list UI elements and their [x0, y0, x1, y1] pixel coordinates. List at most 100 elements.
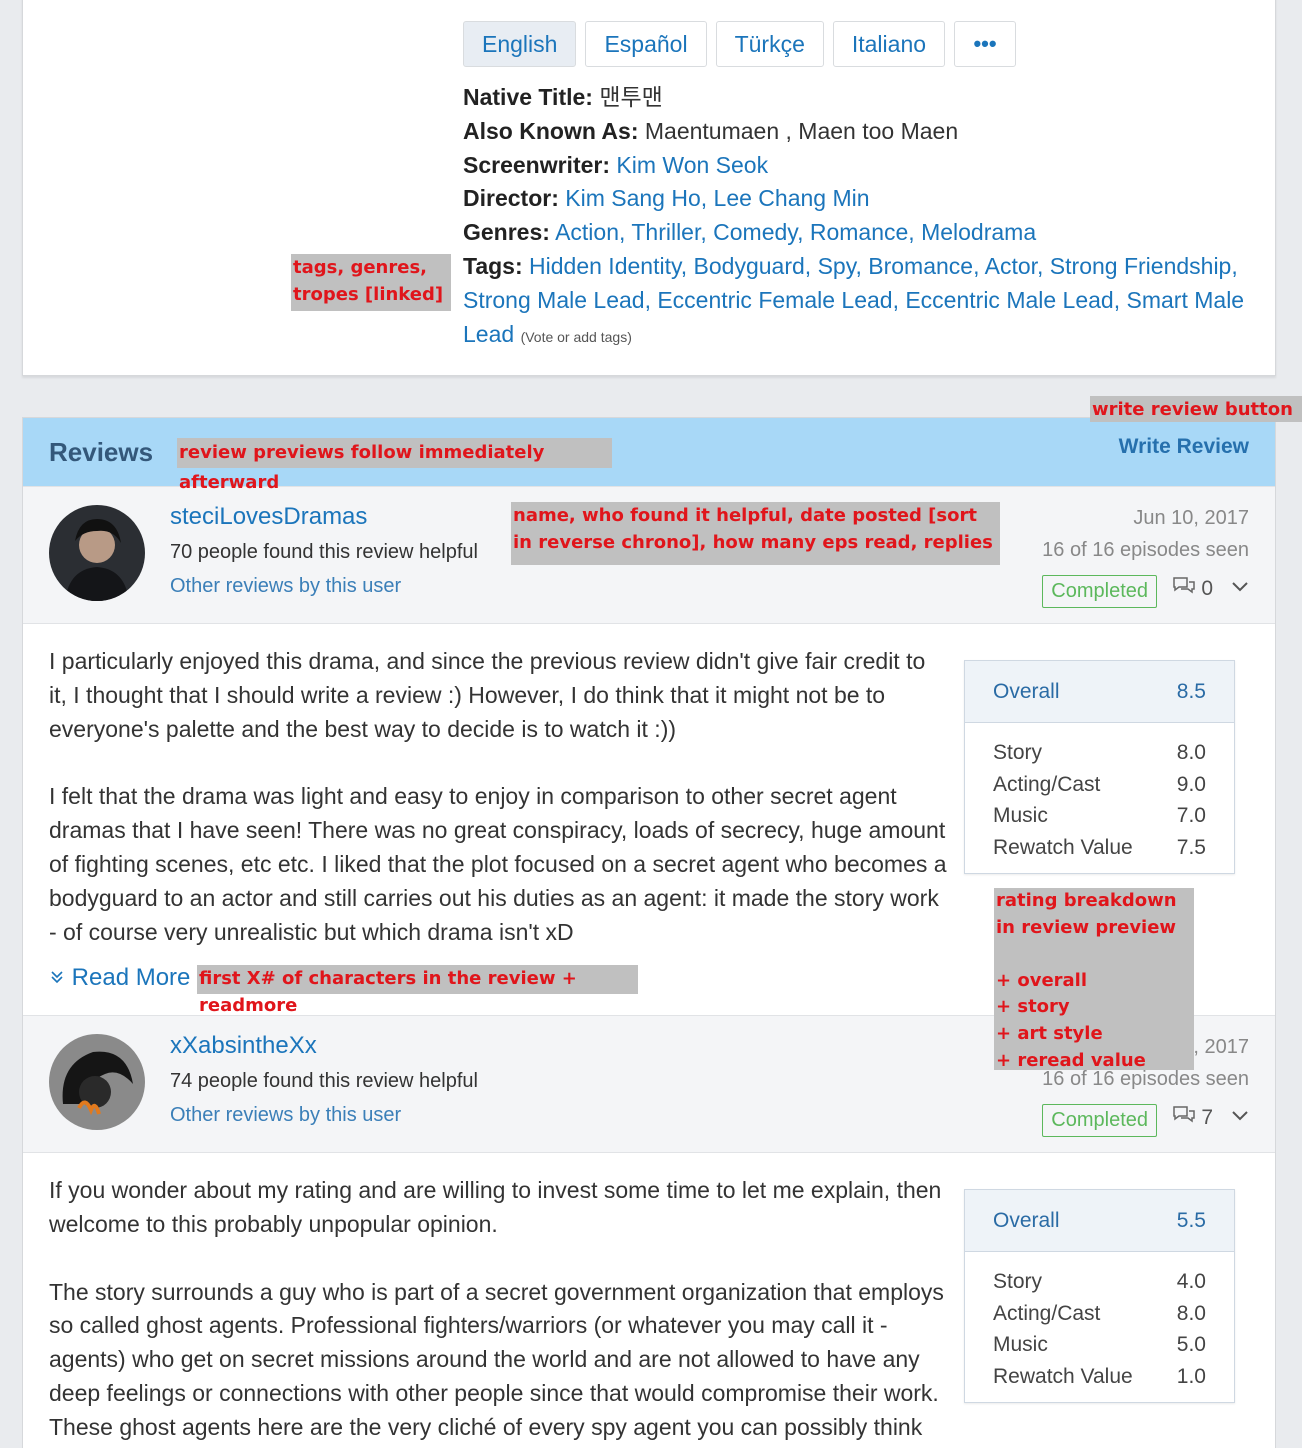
overall-label: Overall — [993, 1208, 1060, 1232]
reviews-title: Reviews — [49, 437, 154, 467]
director-label: Director: — [463, 185, 559, 212]
review-date: Jun 10, 2017 — [1133, 507, 1249, 529]
read-more-label: Read More — [71, 964, 191, 991]
review-paragraph: If you wonder about my rating and are wi… — [49, 1177, 942, 1237]
rating-label: Music — [993, 1333, 1048, 1356]
rating-overall: Overall 5.5 — [965, 1190, 1234, 1252]
show-details-card: English Español Türkçe Italiano ••• Nati… — [22, 0, 1276, 376]
tab-english[interactable]: English — [463, 21, 577, 67]
comment-icon — [1173, 1106, 1201, 1129]
replies-button[interactable]: 7 — [1173, 1106, 1213, 1130]
annotation-line: + story — [996, 996, 1070, 1018]
rating-label: Rewatch Value — [993, 835, 1133, 859]
director-row: Director: Kim Sang Ho, Lee Chang Min — [463, 182, 1253, 216]
rating-row-music: Music 5.0 — [993, 1329, 1206, 1361]
more-languages-button[interactable]: ••• — [954, 21, 1017, 67]
other-reviews-link[interactable]: Other reviews by this user — [170, 575, 401, 598]
rating-value: 5.0 — [1176, 1333, 1206, 1356]
avatar[interactable] — [49, 505, 145, 601]
helpful-count: 70 people found this review helpful — [170, 541, 478, 563]
rating-value: 7.5 — [1176, 835, 1206, 859]
tab-italiano[interactable]: Italiano — [832, 21, 946, 67]
status-badge: Completed — [1042, 575, 1157, 608]
rating-rows: Story 4.0 Acting/Cast 8.0 Music 5.0 Rewatch… — [965, 1252, 1234, 1402]
rating-breakdown: Overall 5.5 Story 4.0 Acting/Cast 8.0 Musi… — [964, 1189, 1235, 1403]
tab-turkce[interactable]: Türkçe — [715, 21, 824, 67]
rating-label: Music — [993, 804, 1048, 827]
rating-value: 8.0 — [1176, 741, 1206, 764]
review-text: If you wonder about my rating and are wi… — [49, 1174, 949, 1448]
annotation-previews: review previews follow immediately after… — [177, 438, 612, 493]
rating-overall: Overall 8.5 — [965, 661, 1234, 723]
review-text: I particularly enjoyed this drama, and s… — [49, 645, 949, 949]
review-paragraph: The story surrounds a guy who is part of… — [49, 1278, 944, 1448]
comment-icon — [1173, 577, 1201, 600]
rating-row-story: Story 4.0 — [993, 1266, 1206, 1298]
rating-label: Acting/Cast — [993, 772, 1101, 796]
genres-label: Genres: — [463, 219, 550, 246]
tab-espanol[interactable]: Español — [585, 21, 707, 67]
rating-value: 4.0 — [1176, 1270, 1206, 1293]
genres-row: Genres: Action, Thriller, Comedy, Romanc… — [463, 216, 1253, 250]
annotation-rating-breakdown: rating breakdown in review preview + ove… — [994, 888, 1194, 1070]
rating-breakdown: Overall 8.5 Story 8.0 Acting/Cast 9.0 Musi… — [964, 660, 1235, 874]
overall-value: 5.5 — [1176, 1208, 1206, 1232]
rating-row-story: Story 8.0 — [993, 737, 1206, 769]
overall-label: Overall — [993, 679, 1060, 703]
rating-value: 8.0 — [1176, 1301, 1206, 1325]
rating-value: 1.0 — [1176, 1364, 1206, 1388]
aka-label: Also Known As: — [463, 117, 639, 144]
annotation-excerpt: first X# of characters in the review + r… — [197, 965, 638, 1016]
review-paragraph: I particularly enjoyed this drama, and s… — [49, 648, 926, 742]
screenwriter-link[interactable]: Kim Won Seok — [616, 152, 768, 178]
rating-label: Story — [993, 1270, 1043, 1293]
annotation-line: + art style — [996, 1023, 1103, 1045]
screenwriter-label: Screenwriter: — [463, 151, 611, 178]
overall-value: 8.5 — [1176, 679, 1206, 703]
rating-row-rewatch: Rewatch Value 7.5 — [993, 832, 1206, 864]
review-username[interactable]: xXabsintheXx — [170, 1032, 317, 1060]
rating-row-music: Music 7.0 — [993, 800, 1206, 832]
annotation-write-review: write review button — [1090, 396, 1302, 422]
native-title-value: 맨투맨 — [599, 84, 663, 110]
aka-value: Maentumaen , Maen too Maen — [644, 117, 959, 144]
details-list: Native Title: 맨투맨 Also Known As: Maentum… — [463, 81, 1253, 354]
annotation-line: + overall — [996, 969, 1088, 991]
double-chevron-down-icon — [49, 964, 72, 991]
native-title-label: Native Title: — [463, 84, 593, 110]
annotation-line — [996, 942, 1194, 968]
annotation-line: rating breakdown in review preview — [996, 890, 1177, 938]
rating-label: Story — [993, 741, 1043, 764]
rating-row-acting: Acting/Cast 9.0 — [993, 769, 1206, 801]
replies-count: 7 — [1201, 1106, 1213, 1129]
annotation-tags: tags, genres, tropes [linked] — [291, 254, 451, 311]
director-links[interactable]: Kim Sang Ho, Lee Chang Min — [565, 185, 869, 211]
avatar[interactable] — [49, 1034, 145, 1130]
native-title-row: Native Title: 맨투맨 — [463, 81, 1253, 115]
annotation-review-meta: name, who found it helpful, date posted … — [511, 502, 1000, 565]
episodes-seen: 16 of 16 episodes seen — [1042, 1068, 1249, 1090]
chevron-down-icon[interactable] — [1231, 1106, 1249, 1129]
tags-row: Tags: Hidden Identity, Bodyguard, Spy, B… — [463, 250, 1253, 354]
helpful-count: 74 people found this review helpful — [170, 1070, 478, 1092]
tags-label: Tags: — [463, 252, 523, 279]
aka-row: Also Known As: Maentumaen , Maen too Mae… — [463, 115, 1253, 149]
chevron-down-icon[interactable] — [1231, 577, 1249, 600]
status-badge: Completed — [1042, 1104, 1157, 1137]
read-more-link[interactable]: Read More — [49, 964, 190, 992]
other-reviews-link[interactable]: Other reviews by this user — [170, 1104, 401, 1127]
review-paragraph: I felt that the drama was light and easy… — [49, 783, 947, 945]
vote-tags-link[interactable]: (Vote or add tags) — [521, 329, 632, 345]
rating-row-rewatch: Rewatch Value 1.0 — [993, 1361, 1206, 1393]
review-date: , 2017 — [1193, 1036, 1249, 1058]
replies-count: 0 — [1201, 577, 1213, 600]
screenwriter-row: Screenwriter: Kim Won Seok — [463, 149, 1253, 183]
annotation-line: + reread value — [996, 1049, 1146, 1070]
write-review-button[interactable]: Write Review — [1119, 435, 1249, 459]
review-username[interactable]: steciLovesDramas — [170, 503, 367, 531]
rating-label: Acting/Cast — [993, 1301, 1101, 1325]
genre-links[interactable]: Action, Thriller, Comedy, Romance, Melod… — [555, 219, 1036, 245]
rating-rows: Story 8.0 Acting/Cast 9.0 Music 7.0 Rewatch… — [965, 723, 1234, 873]
rating-row-acting: Acting/Cast 8.0 — [993, 1298, 1206, 1330]
replies-button[interactable]: 0 — [1173, 577, 1213, 601]
